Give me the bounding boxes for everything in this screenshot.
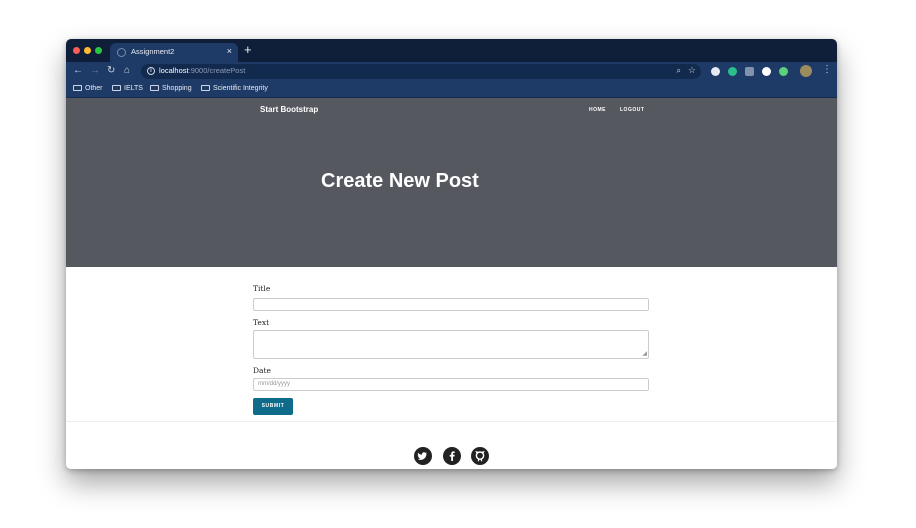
text-label: Text xyxy=(253,318,270,327)
minimize-window-button[interactable] xyxy=(84,47,91,54)
nav-link-logout[interactable]: LOGOUT xyxy=(620,107,644,113)
bookmark-shopping[interactable]: Shopping xyxy=(150,85,192,92)
hero-header: Start Bootstrap HOME LOGOUT Create New P… xyxy=(66,98,837,267)
github-icon[interactable] xyxy=(471,447,489,465)
date-input[interactable]: mm/dd/yyyy xyxy=(253,378,649,391)
folder-icon xyxy=(73,85,82,91)
tab-title: Assignment2 xyxy=(131,47,175,56)
bookmark-star-icon[interactable]: ☆ xyxy=(688,65,696,76)
browser-toolbar: ← → ↻ ⌂ i localhost:9000/createPost ⌕ ☆ … xyxy=(66,62,837,81)
back-icon[interactable]: ← xyxy=(73,65,83,77)
folder-icon xyxy=(112,85,121,91)
browser-tab[interactable]: Assignment2 × xyxy=(110,43,238,62)
date-label: Date xyxy=(253,366,271,375)
new-tab-button[interactable]: + xyxy=(244,42,252,58)
extension-icon[interactable] xyxy=(711,67,720,76)
extension-icon[interactable] xyxy=(779,67,788,76)
more-menu-icon[interactable]: ⋮ xyxy=(822,64,832,76)
info-icon[interactable]: i xyxy=(147,67,155,75)
reload-icon[interactable]: ↻ xyxy=(107,65,115,77)
page-title: Create New Post xyxy=(321,170,479,192)
close-tab-icon[interactable]: × xyxy=(227,46,232,56)
tab-strip: Assignment2 × + xyxy=(66,39,837,62)
close-window-button[interactable] xyxy=(73,47,80,54)
title-label: Title xyxy=(253,284,271,293)
nav-link-home[interactable]: HOME xyxy=(589,107,606,113)
bookmark-ielts[interactable]: IELTS xyxy=(112,85,143,92)
facebook-icon[interactable] xyxy=(443,447,461,465)
resize-handle-icon[interactable]: ◢ xyxy=(642,351,647,357)
globe-icon xyxy=(117,48,126,57)
extension-icon[interactable] xyxy=(762,67,771,76)
bookmark-other[interactable]: Other xyxy=(73,85,103,92)
date-placeholder: mm/dd/yyyy xyxy=(258,381,291,387)
folder-icon xyxy=(150,85,159,91)
twitter-icon[interactable] xyxy=(414,447,432,465)
extension-icon[interactable] xyxy=(745,67,754,76)
zoom-icon[interactable]: ⌕ xyxy=(677,66,681,76)
folder-icon xyxy=(201,85,210,91)
navbar-brand[interactable]: Start Bootstrap xyxy=(260,105,318,114)
profile-avatar[interactable] xyxy=(800,65,812,77)
home-icon[interactable]: ⌂ xyxy=(124,65,130,77)
text-textarea[interactable]: ◢ xyxy=(253,330,649,359)
address-bar[interactable]: i localhost:9000/createPost ⌕ ☆ xyxy=(141,64,701,79)
browser-window: Assignment2 × + ← → ↻ ⌂ i localhost:9000… xyxy=(66,39,837,469)
maximize-window-button[interactable] xyxy=(95,47,102,54)
forward-icon[interactable]: → xyxy=(90,65,100,77)
bookmark-scientific-integrity[interactable]: Scientific Integrity xyxy=(201,85,268,92)
submit-button[interactable]: SUBMIT xyxy=(253,398,293,415)
url-text: localhost:9000/createPost xyxy=(159,66,246,75)
title-input[interactable] xyxy=(253,298,649,311)
divider xyxy=(66,421,837,422)
extension-icon[interactable] xyxy=(728,67,737,76)
bookmarks-bar: Other IELTS Shopping Scientific Integrit… xyxy=(66,81,837,98)
page-content: Start Bootstrap HOME LOGOUT Create New P… xyxy=(66,98,837,469)
